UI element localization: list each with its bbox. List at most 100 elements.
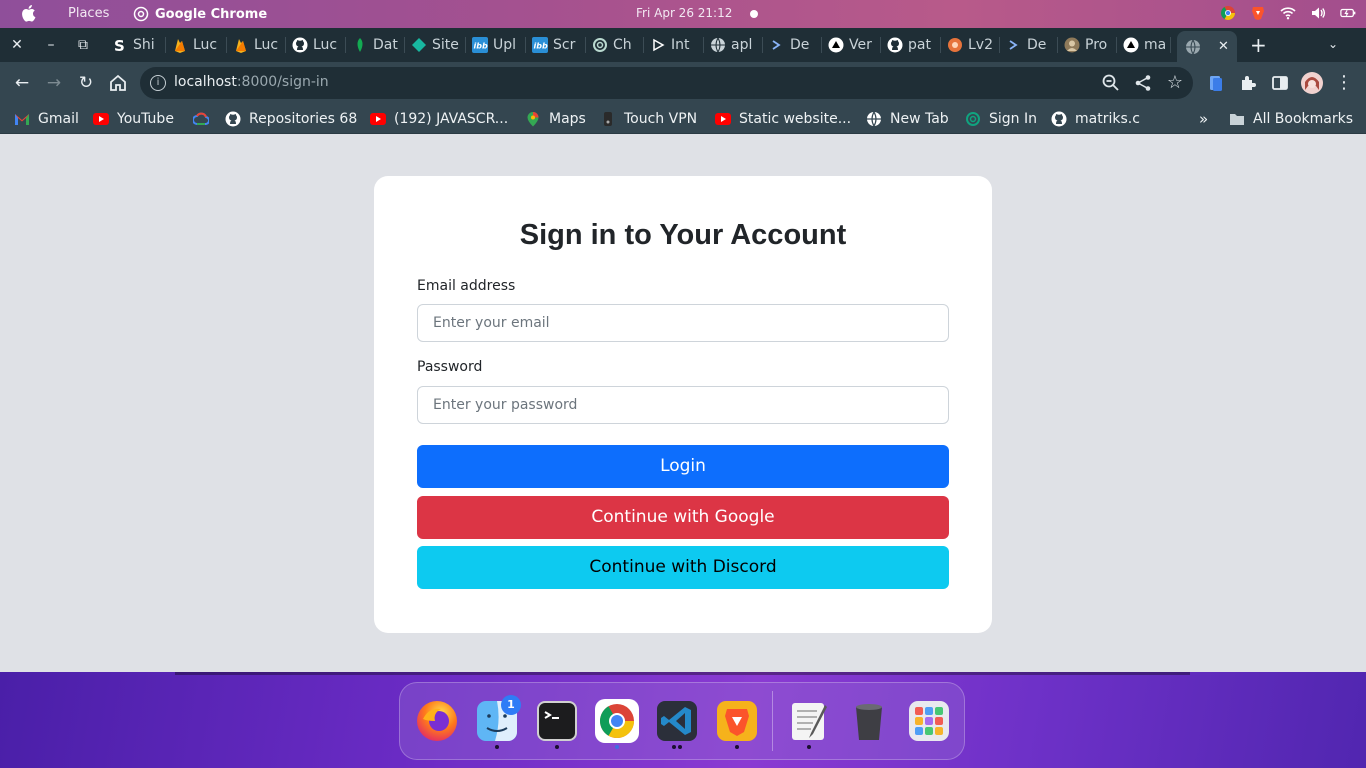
discord-signin-button[interactable]: Continue with Discord	[417, 546, 949, 589]
bookmark-7[interactable]: Static website...	[715, 109, 851, 129]
bookmark-9[interactable]: Sign In	[965, 109, 1037, 129]
zoom-icon[interactable]	[1101, 73, 1121, 93]
firefox-icon[interactable]	[415, 699, 459, 743]
tab-separator	[1116, 37, 1117, 53]
bookmark-star-icon[interactable]: ☆	[1165, 73, 1185, 93]
tab-separator	[345, 37, 346, 53]
side-panel-icon[interactable]	[1270, 73, 1290, 93]
close-window-icon[interactable]: ✕	[6, 34, 28, 56]
tab-0[interactable]: S Shi	[112, 33, 166, 57]
tab-11[interactable]: De	[769, 33, 822, 57]
play-icon	[650, 37, 666, 53]
launchpad-icon[interactable]	[907, 699, 951, 743]
tab-1[interactable]: Luc	[172, 33, 227, 57]
tab-12[interactable]: Ver	[828, 33, 881, 57]
active-app-menu[interactable]: Google Chrome	[133, 6, 267, 22]
tab-search-chevron-icon[interactable]: ⌄	[1328, 37, 1338, 51]
tab-separator	[821, 37, 822, 53]
back-icon[interactable]: ←	[12, 73, 32, 93]
tab-15[interactable]: De	[1006, 33, 1058, 57]
tab-2[interactable]: Luc	[233, 33, 286, 57]
svg-text:ibb: ibb	[534, 42, 548, 51]
chrome-icon[interactable]	[595, 699, 639, 743]
tab-label: Luc	[313, 37, 338, 53]
tab-17[interactable]: ma	[1123, 33, 1171, 57]
chrome-menu-icon[interactable]: ⋮	[1334, 73, 1354, 93]
url-text[interactable]: localhost:8000/sign-in	[174, 74, 329, 90]
battery-icon[interactable]	[1340, 5, 1356, 21]
text-editor-icon[interactable]	[787, 699, 831, 743]
tab-separator	[404, 37, 405, 53]
desktop-background: 1	[0, 672, 1366, 768]
bookmarks-overflow-icon[interactable]: »	[1199, 109, 1208, 129]
email-field[interactable]	[417, 304, 949, 342]
site-info-icon[interactable]: i	[150, 75, 166, 91]
tab-6[interactable]: ibb Upl	[472, 33, 526, 57]
tab-active[interactable]: ✕	[1177, 31, 1237, 62]
bookmark-0[interactable]: Gmail	[14, 109, 79, 129]
tab-14[interactable]: Lv2	[947, 33, 1000, 57]
google-signin-button[interactable]: Continue with Google	[417, 496, 949, 539]
places-menu[interactable]: Places	[68, 6, 109, 21]
tab-separator	[999, 37, 1000, 53]
tab-7[interactable]: ibb Scr	[532, 33, 586, 57]
password-field[interactable]	[417, 386, 949, 424]
home-icon[interactable]	[108, 73, 128, 93]
tab-label: Luc	[254, 37, 279, 53]
address-bar[interactable]: i localhost:8000/sign-in ☆	[140, 67, 1193, 99]
tab-4[interactable]: Dat	[352, 33, 405, 57]
brave-tray-icon[interactable]	[1250, 5, 1266, 21]
tab-5[interactable]: Site	[411, 33, 466, 57]
tab-3[interactable]: Luc	[292, 33, 346, 57]
bookmark-4[interactable]: (192) JAVASCR...	[370, 109, 508, 129]
finder-badge: 1	[501, 695, 521, 715]
extension-docs-icon[interactable]	[1206, 73, 1226, 93]
tab-separator	[465, 37, 466, 53]
bookmark-5[interactable]: Maps	[525, 109, 586, 129]
new-tab-button[interactable]: +	[1250, 35, 1267, 55]
tab-13[interactable]: pat	[887, 33, 941, 57]
tab-separator	[165, 37, 166, 53]
firebase-icon	[233, 37, 249, 53]
tab-8[interactable]: Ch	[592, 33, 644, 57]
volume-icon[interactable]	[1310, 5, 1326, 21]
tab-10[interactable]: apl	[710, 33, 763, 57]
clock[interactable]: Fri Apr 26 21:12	[636, 6, 732, 20]
bookmark-label: Sign In	[989, 111, 1037, 127]
login-button[interactable]: Login	[417, 445, 949, 488]
terminal-icon[interactable]	[535, 699, 579, 743]
tab-9[interactable]: Int	[650, 33, 704, 57]
tab-separator	[1057, 37, 1058, 53]
wifi-icon[interactable]	[1280, 5, 1296, 21]
tab-separator	[762, 37, 763, 53]
bookmark-2[interactable]	[193, 109, 209, 129]
bookmark-8[interactable]: New Tab	[866, 109, 949, 129]
forward-icon[interactable]: →	[44, 73, 64, 93]
bookmark-1[interactable]: YouTube	[93, 109, 174, 129]
share-icon[interactable]	[1133, 73, 1153, 93]
extensions-puzzle-icon[interactable]	[1238, 73, 1258, 93]
minimize-window-icon[interactable]: –	[40, 34, 62, 56]
tab-label: Dat	[373, 37, 398, 53]
bookmark-6[interactable]: Touch VPN	[600, 109, 697, 129]
bookmark-3[interactable]: Repositories 68	[225, 109, 357, 129]
reload-icon[interactable]: ↻	[76, 73, 96, 93]
vscode-icon[interactable]	[655, 699, 699, 743]
all-bookmarks[interactable]: All Bookmarks	[1229, 109, 1353, 129]
tab-16[interactable]: Pro	[1064, 33, 1117, 57]
apple-icon[interactable]	[20, 4, 36, 22]
bookmark-10[interactable]: matriks.c	[1051, 109, 1140, 129]
close-tab-icon[interactable]: ✕	[1218, 39, 1229, 54]
svg-text:S: S	[114, 37, 125, 53]
profile-avatar[interactable]	[1301, 72, 1323, 94]
restore-window-icon[interactable]: ⧉	[72, 34, 94, 56]
chrome-tray-icon[interactable]	[1220, 5, 1236, 21]
text-editor-running-dot	[807, 745, 811, 749]
brave-icon[interactable]	[715, 699, 759, 743]
page-viewport: Sign in to Your Account Email address Pa…	[0, 135, 1366, 672]
globe-icon	[866, 111, 882, 127]
trash-icon[interactable]	[847, 699, 891, 743]
avatar-icon	[1064, 37, 1080, 53]
bookmark-label: matriks.c	[1075, 111, 1140, 127]
openai-icon	[965, 111, 981, 127]
